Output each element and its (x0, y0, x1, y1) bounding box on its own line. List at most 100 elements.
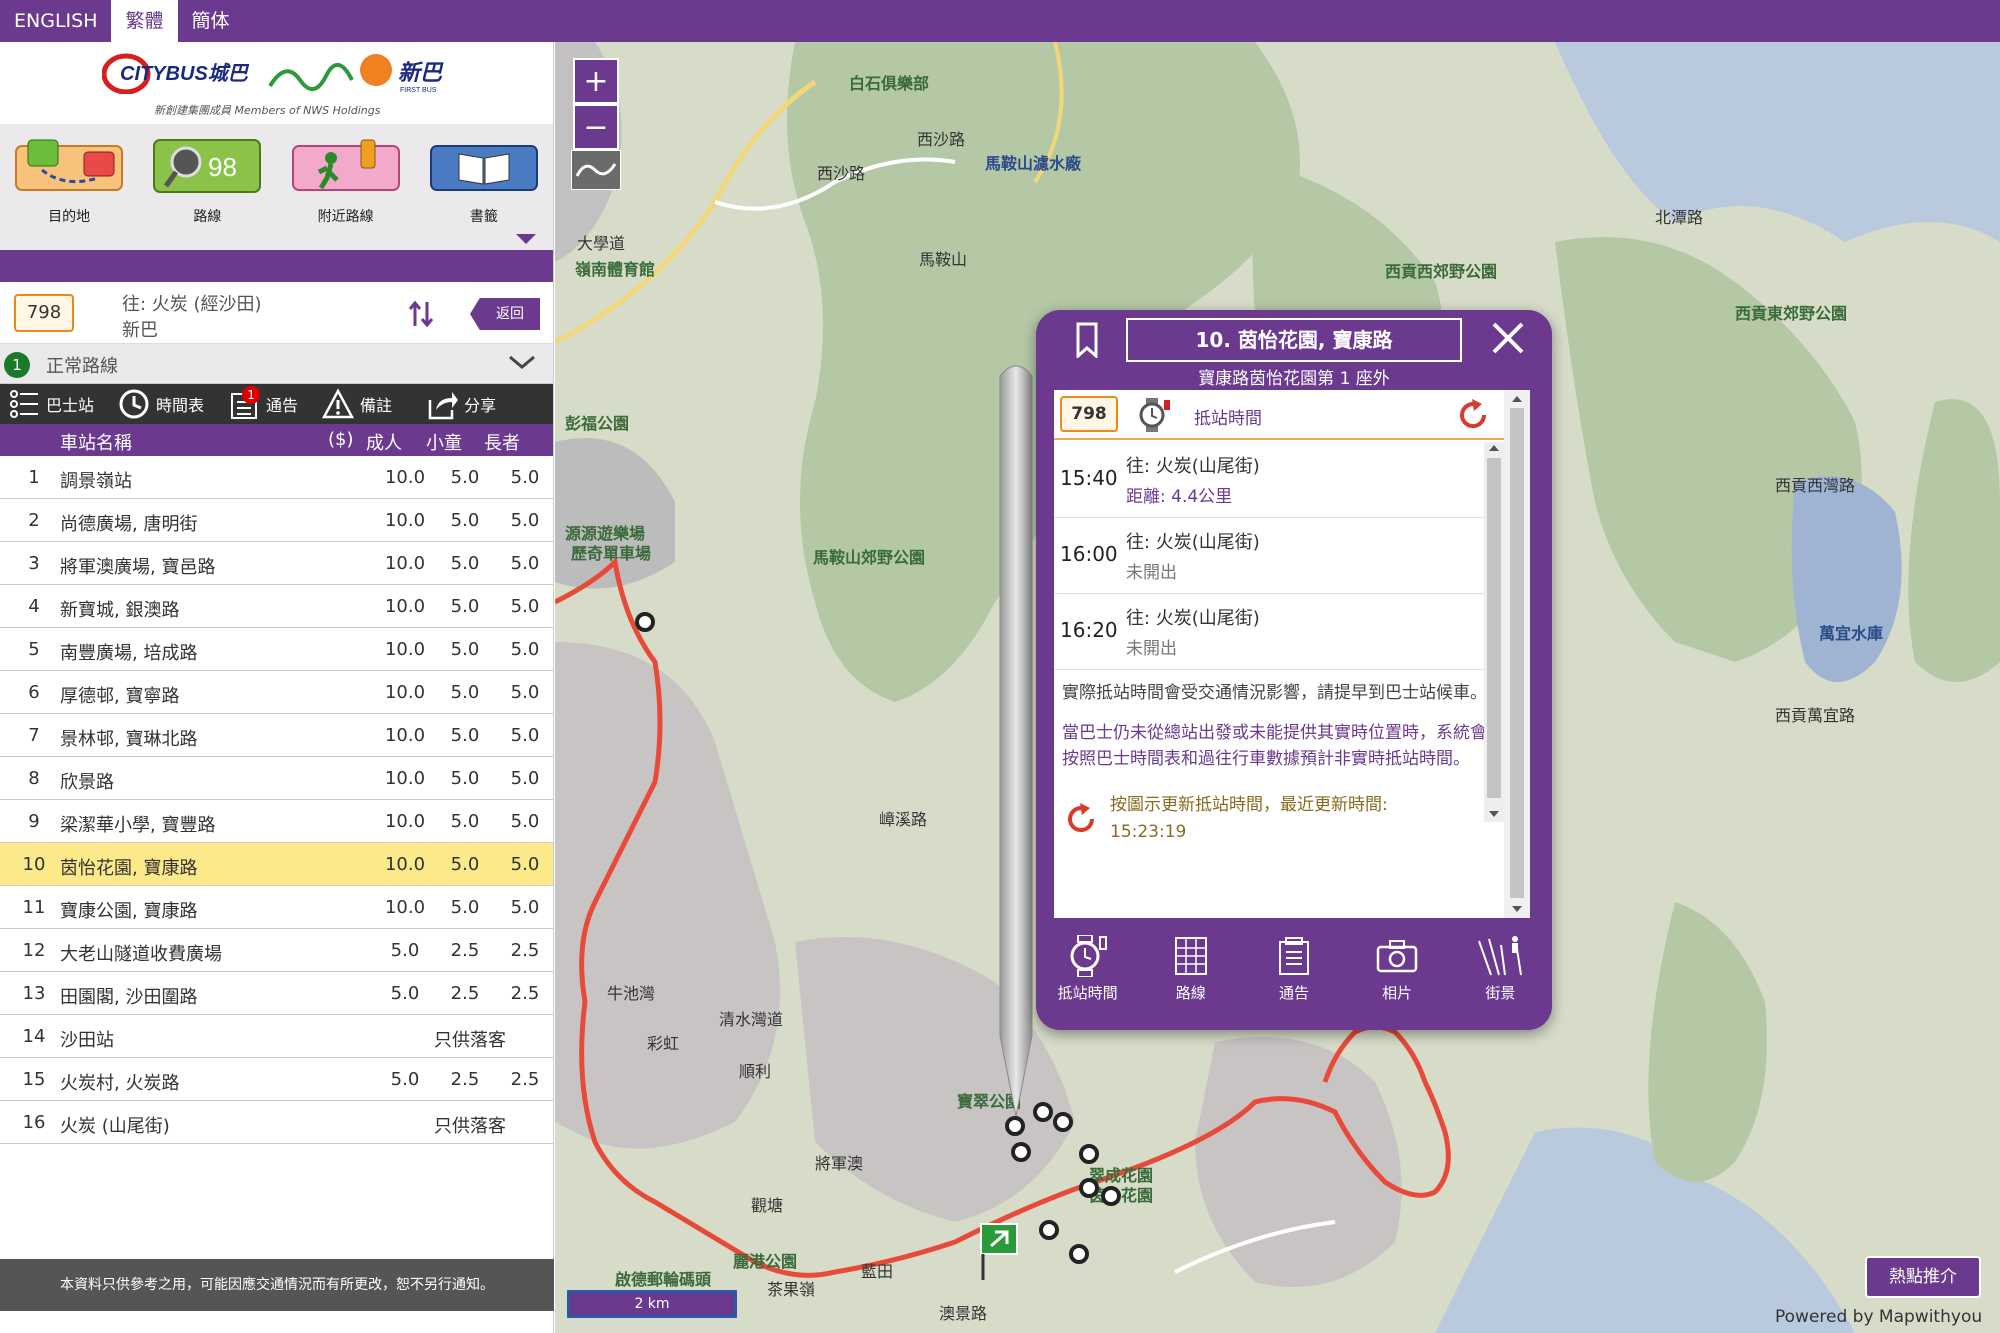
eta-list-scrollbar[interactable] (1484, 442, 1504, 822)
lang-simplified[interactable]: 簡体 (178, 0, 244, 42)
lang-traditional[interactable]: 繁體 (111, 0, 178, 42)
fare-child: 2.5 (450, 1069, 480, 1090)
fare-adult: 5.0 (390, 940, 420, 961)
nav-nearby[interactable]: 附近路線 (286, 138, 406, 226)
scroll-up-icon[interactable] (1504, 392, 1530, 406)
action-route-label: 路線 (1175, 984, 1206, 1002)
fare-adult: 10.0 (384, 639, 426, 660)
swap-direction-icon[interactable] (408, 300, 434, 328)
hotspot-button[interactable]: 熱點推介 (1865, 1256, 1981, 1298)
tab-share[interactable]: 分享 (418, 384, 504, 424)
fare-senior: 5.0 (510, 768, 540, 789)
stop-row[interactable]: 10 茵怡花園, 寶康路 10.0 5.0 5.0 (0, 843, 553, 886)
route-variant-selector[interactable]: 1 正常路線 (0, 344, 553, 384)
nav-bookmark[interactable]: 書籤 (424, 138, 544, 226)
fare-senior: 5.0 (510, 510, 540, 531)
stop-row[interactable]: 6 厚德邨, 寶寧路 10.0 5.0 5.0 (0, 671, 553, 714)
stop-index: 10 (22, 854, 46, 875)
terminus-flag-icon[interactable] (979, 1222, 1019, 1282)
fare-senior: 5.0 (510, 682, 540, 703)
main-nav: 目的地 98 路線 附近路線 書籤 (0, 124, 553, 238)
action-eta[interactable]: 抵站時間 (1043, 930, 1133, 1020)
zoom-out-button[interactable]: − (573, 104, 619, 150)
triangle-down-icon[interactable] (516, 234, 536, 246)
stop-name: 欣景路 (60, 772, 114, 793)
stop-index: 16 (22, 1112, 46, 1133)
logo-area: CITYBUS城巴 新巴 FIRST BUS 新創建集團成員 Members o… (0, 42, 553, 124)
from-to-icon (15, 139, 124, 191)
stop-row[interactable]: 13 田園閣, 沙田圍路 5.0 2.5 2.5 (0, 972, 553, 1015)
lang-english[interactable]: ENGLISH (0, 0, 111, 42)
action-notice[interactable]: 通告 (1249, 930, 1339, 1020)
stop-row[interactable]: 14 沙田站 只供落客 (0, 1015, 553, 1058)
scrollbar-thumb[interactable] (1510, 408, 1524, 898)
stop-row[interactable]: 15 火炭村, 火炭路 5.0 2.5 2.5 (0, 1058, 553, 1101)
stop-row[interactable]: 3 將軍澳廣場, 寶邑路 10.0 5.0 5.0 (0, 542, 553, 585)
stop-row[interactable]: 4 新寶城, 銀澳路 10.0 5.0 5.0 (0, 585, 553, 628)
disclaimer-note: 本資料只供參考之用，可能因應交通情況而有所更改，恕不另行通知。 (0, 1259, 554, 1311)
popup-scrollbar[interactable] (1504, 390, 1530, 918)
sidebar: CITYBUS城巴 新巴 FIRST BUS 新創建集團成員 Members o… (0, 42, 554, 1333)
fare-senior: 5.0 (510, 553, 540, 574)
nav-route[interactable]: 98 路線 (143, 138, 272, 238)
notice-count-badge: 1 (242, 386, 261, 404)
bookmark-icon[interactable] (1076, 322, 1098, 358)
scroll-up-icon[interactable] (1484, 442, 1504, 454)
stop-row[interactable]: 9 梁潔華小學, 寶豐路 10.0 5.0 5.0 (0, 800, 553, 843)
stop-row[interactable]: 8 欣景路 10.0 5.0 5.0 (0, 757, 553, 800)
fare-child: 2.5 (450, 983, 480, 1004)
action-photo[interactable]: 相片 (1352, 930, 1442, 1020)
refresh-icon[interactable] (1064, 802, 1098, 836)
stop-marker (1079, 1144, 1099, 1164)
stop-name: 調景嶺站 (60, 471, 132, 492)
tab-timetable[interactable]: 時間表 (110, 384, 212, 424)
zoom-in-button[interactable]: + (573, 58, 619, 104)
eta-item: 16:00 往: 火炭(山尾街) 未開出 (1054, 518, 1504, 594)
popup-stop-title: 10. 茵怡花園, 寶康路 (1126, 318, 1462, 362)
stop-row[interactable]: 11 寶康公園, 寶康路 10.0 5.0 5.0 (0, 886, 553, 929)
stops-list: 1 調景嶺站 10.0 5.0 5.0 2 尚德廣場, 唐明街 10.0 5.0 5.0 3 將軍澳廣… (0, 456, 553, 1144)
stop-dropoff-only: 只供落客 (434, 1116, 506, 1137)
stop-row[interactable]: 7 景林邨, 寶琳北路 10.0 5.0 5.0 (0, 714, 553, 757)
route-destination: 往: 火炭 (經沙田) (122, 294, 262, 315)
eta-update-label: 按圖示更新抵站時間，最近更新時間: (1110, 795, 1388, 815)
stop-marker (1069, 1244, 1089, 1264)
eta-traffic-note: 實際抵站時間會受交通情況影響，請提早到巴士站候車。 (1062, 683, 1487, 703)
scroll-down-icon[interactable] (1484, 808, 1504, 820)
stop-row[interactable]: 5 南豐廣場, 培成路 10.0 5.0 5.0 (0, 628, 553, 671)
close-icon[interactable] (1490, 320, 1526, 356)
tab-notice[interactable]: 1 通告 (220, 384, 306, 424)
tab-stops-label: 巴士站 (46, 396, 95, 415)
scroll-down-icon[interactable] (1504, 902, 1530, 916)
stop-row[interactable]: 2 尚德廣場, 唐明街 10.0 5.0 5.0 (0, 499, 553, 542)
back-button[interactable]: 返回 (470, 298, 540, 330)
map-thumbnail-icon[interactable] (571, 150, 621, 190)
fare-adult: 10.0 (384, 725, 426, 746)
fare-adult: 10.0 (384, 897, 426, 918)
stop-name: 尚德廣場, 唐明街 (60, 514, 198, 535)
stop-row[interactable]: 12 大老山隧道收費廣場 5.0 2.5 2.5 (0, 929, 553, 972)
nav-destination-label: 目的地 (48, 209, 91, 225)
stops-table-header: 車站名稱 ($) 成人 小童 長者 (0, 424, 553, 456)
tab-remarks[interactable]: 備註 (314, 384, 400, 424)
action-eta-label: 抵站時間 (1057, 984, 1118, 1002)
action-route[interactable]: 路線 (1146, 930, 1236, 1020)
eta-destination: 往: 火炭(山尾街) (1126, 608, 1260, 629)
stop-name: 田園閣, 沙田圍路 (60, 987, 198, 1008)
action-streetview[interactable]: 街景 (1455, 930, 1545, 1020)
stop-row[interactable]: 16 火炭 (山尾街) 只供落客 (0, 1101, 553, 1144)
fare-child: 5.0 (450, 639, 480, 660)
fare-adult: 10.0 (384, 510, 426, 531)
nav-destination[interactable]: 目的地 (9, 138, 129, 226)
stop-marker (1079, 1178, 1099, 1198)
header-currency: ($) (328, 429, 354, 450)
refresh-icon[interactable] (1456, 398, 1490, 432)
stop-row[interactable]: 1 調景嶺站 10.0 5.0 5.0 (0, 456, 553, 499)
stop-popup: 10. 茵怡花園, 寶康路 寶康路茵怡花園第 1 座外 798 抵站時間 15:… (1036, 310, 1552, 1030)
chevron-down-icon (509, 355, 535, 369)
tab-stops[interactable]: 巴士站 (0, 384, 102, 424)
eta-list[interactable]: 15:40 往: 火炭(山尾街) 距離: 4.4公里 16:00 往: 火炭(山… (1054, 442, 1504, 918)
camera-icon (1376, 940, 1418, 973)
scrollbar-thumb[interactable] (1487, 458, 1501, 798)
action-streetview-label: 街景 (1485, 984, 1516, 1002)
